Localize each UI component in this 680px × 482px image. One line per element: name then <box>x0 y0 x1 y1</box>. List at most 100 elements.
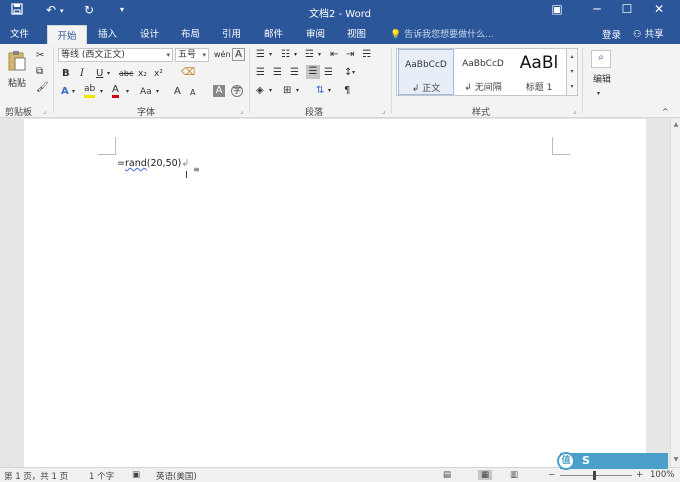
chevron-down-icon[interactable]: ▾ <box>107 67 110 81</box>
char-border-icon[interactable]: A <box>232 48 245 61</box>
show-marks-icon[interactable]: ¶ <box>344 84 350 98</box>
styles-launcher-icon[interactable]: ⌟ <box>573 107 576 115</box>
search-icon[interactable]: ⌕ <box>591 50 611 68</box>
zoom-slider[interactable] <box>560 475 632 476</box>
document-page[interactable] <box>24 119 646 467</box>
tell-me-search[interactable]: 💡 告诉我您想要做什么... <box>390 27 494 40</box>
grow-font-button[interactable]: A <box>174 85 181 99</box>
collapse-ribbon-icon[interactable]: ^ <box>662 105 669 119</box>
justify-icon[interactable]: ☰ <box>306 65 320 79</box>
paragraph-launcher-icon[interactable]: ⌟ <box>382 107 385 115</box>
decrease-indent-icon[interactable]: ⇤ <box>330 48 338 62</box>
italic-button[interactable]: I <box>80 67 84 81</box>
phonetic-guide-icon[interactable]: wén <box>214 48 231 62</box>
chevron-down-icon[interactable]: ▾ <box>296 84 299 98</box>
font-color-button[interactable]: A <box>112 84 119 98</box>
chevron-down-icon[interactable]: ▾ <box>318 48 321 62</box>
font-name-dropdown[interactable]: 等线 (西文正文) ▾ <box>58 48 173 62</box>
page-count[interactable]: 第 1 页，共 1 页 <box>4 470 68 482</box>
proofing-icon[interactable]: ▣ <box>132 470 140 480</box>
maximize-button[interactable]: ☐ <box>614 2 640 16</box>
zoom-slider-thumb[interactable] <box>593 471 596 480</box>
chevron-up-icon[interactable]: ▴ <box>567 49 577 64</box>
share-button[interactable]: ⚇ 共享 <box>633 26 664 40</box>
web-layout-icon[interactable]: ▥ <box>510 470 518 480</box>
superscript-button[interactable]: x² <box>154 67 163 81</box>
text-effects-icon[interactable]: ⌫ <box>181 66 195 80</box>
shading-icon[interactable]: ◈ <box>256 84 264 98</box>
vertical-scrollbar[interactable]: ▲ ▼ <box>670 119 680 467</box>
document-text[interactable]: =rand(20,50)↲ <box>117 158 189 169</box>
more-styles-icon[interactable]: ▾ <box>567 79 577 94</box>
numbering-icon[interactable]: ☷ <box>281 48 290 62</box>
language[interactable]: 英语(美国) <box>156 470 197 482</box>
read-mode-icon[interactable]: ▤ <box>443 470 451 480</box>
highlight-button[interactable]: ab <box>84 84 96 98</box>
ribbon-display-options-icon[interactable]: ▣ <box>544 2 570 16</box>
chevron-down-icon[interactable]: ▾ <box>269 84 272 98</box>
bold-button[interactable]: B <box>62 67 70 81</box>
chevron-down-icon[interactable]: ▾ <box>156 85 159 99</box>
enclose-char-icon[interactable]: 字 <box>231 85 243 97</box>
styles-gallery: AaBbCcD ↲ 正文 AaBbCcD ↲ 无间隔 AaBl 标题 1 <box>396 48 578 96</box>
word-count[interactable]: 1 个字 <box>89 470 114 482</box>
style-normal[interactable]: AaBbCcD ↲ 正文 <box>398 49 454 95</box>
chevron-down-icon[interactable]: ▾ <box>597 87 600 101</box>
cut-icon[interactable]: ✂ <box>36 49 44 63</box>
style-no-spacing[interactable]: AaBbCcD ↲ 无间隔 <box>455 49 511 95</box>
text-effects-button[interactable]: A <box>61 85 69 99</box>
tab-view[interactable]: 视图 <box>347 26 366 40</box>
char-shading-button[interactable]: A <box>213 85 225 97</box>
format-painter-icon[interactable]: 🖌 <box>36 81 49 95</box>
shrink-font-button[interactable]: A <box>190 86 195 100</box>
underline-button[interactable]: U <box>96 67 103 81</box>
chevron-down-icon[interactable]: ▾ <box>126 85 129 99</box>
tab-home[interactable]: 开始 <box>47 25 87 44</box>
change-case-button[interactable]: Aa <box>140 85 152 99</box>
copy-icon[interactable]: ⧉ <box>36 65 43 79</box>
distributed-icon[interactable]: ☰ <box>324 66 333 80</box>
tab-design[interactable]: 设计 <box>140 26 159 40</box>
tab-insert[interactable]: 插入 <box>98 26 117 40</box>
increase-indent-icon[interactable]: ⇥ <box>346 48 354 62</box>
paste-options-icon[interactable]: ≡ <box>193 165 200 174</box>
font-launcher-icon[interactable]: ⌟ <box>240 107 243 115</box>
tab-references[interactable]: 引用 <box>222 26 241 40</box>
chevron-down-icon[interactable]: ▾ <box>294 48 297 62</box>
chevron-down-icon[interactable]: ▾ <box>100 85 103 99</box>
zoom-in-button[interactable]: + <box>636 470 643 480</box>
borders-icon[interactable]: ⊞ <box>283 84 291 98</box>
minimize-button[interactable]: ─ <box>584 2 610 16</box>
strikethrough-button[interactable]: abc <box>119 67 133 81</box>
style-heading-1[interactable]: AaBl 标题 1 <box>513 49 565 95</box>
zoom-out-button[interactable]: − <box>548 470 555 480</box>
font-size-dropdown[interactable]: 五号 ▾ <box>175 48 209 62</box>
paste-button[interactable]: 粘贴 <box>6 50 28 89</box>
tab-file[interactable]: 文件 <box>10 26 29 40</box>
login-link[interactable]: 登录 <box>602 27 621 41</box>
clipboard-launcher-icon[interactable]: ⌟ <box>43 107 46 115</box>
chevron-down-icon[interactable]: ▾ <box>328 84 331 98</box>
print-layout-icon[interactable]: ▦ <box>478 470 493 480</box>
tab-layout[interactable]: 布局 <box>181 26 200 40</box>
styles-gallery-scroll[interactable]: ▴ ▾ ▾ <box>566 48 578 96</box>
zoom-level[interactable]: 100% <box>650 470 674 480</box>
tab-review[interactable]: 审阅 <box>306 26 325 40</box>
sort-icon[interactable]: ⇅ <box>316 84 324 98</box>
chinese-layout-icon[interactable]: ☴ <box>362 48 371 62</box>
chevron-down-icon[interactable]: ▾ <box>567 64 577 79</box>
scroll-down-icon[interactable]: ▼ <box>671 456 680 463</box>
chevron-down-icon[interactable]: ▾ <box>269 48 272 62</box>
scroll-up-icon[interactable]: ▲ <box>671 121 680 128</box>
chevron-down-icon[interactable]: ▾ <box>72 85 75 99</box>
bullets-icon[interactable]: ☰ <box>256 48 265 62</box>
align-left-icon[interactable]: ☰ <box>256 66 265 80</box>
chevron-down-icon[interactable]: ▾ <box>352 66 355 80</box>
close-button[interactable]: ✕ <box>646 2 672 16</box>
tab-mailings[interactable]: 邮件 <box>264 26 283 40</box>
align-center-icon[interactable]: ☰ <box>273 66 282 80</box>
editing-button[interactable]: 编辑 <box>591 73 613 87</box>
multilevel-list-icon[interactable]: ☲ <box>305 48 314 62</box>
subscript-button[interactable]: x₂ <box>138 67 147 81</box>
align-right-icon[interactable]: ☰ <box>290 66 299 80</box>
